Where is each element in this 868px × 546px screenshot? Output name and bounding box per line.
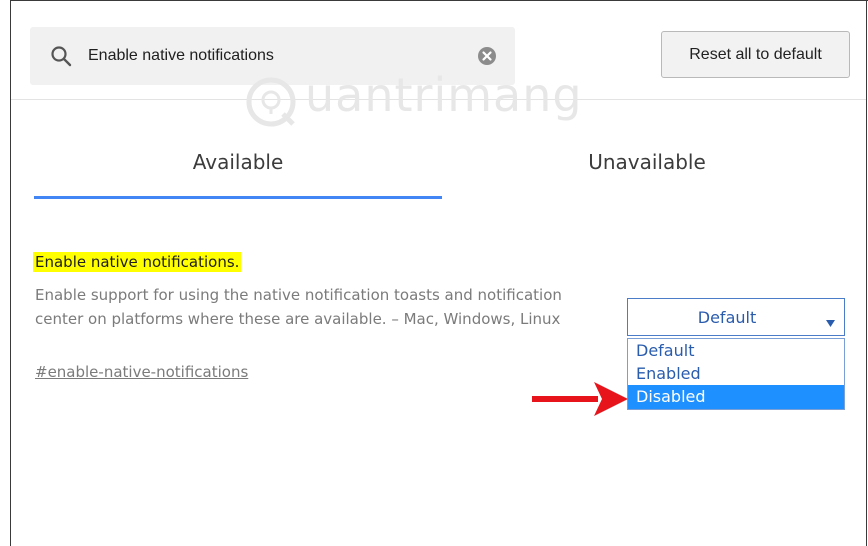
search-icon <box>50 45 72 67</box>
select-option-default[interactable]: Default <box>628 339 844 362</box>
tab-selected-indicator <box>34 196 442 199</box>
clear-icon[interactable] <box>477 46 497 66</box>
frame-border-right <box>866 0 867 546</box>
frame-border-left <box>10 0 11 546</box>
frame-border-top <box>10 0 868 1</box>
select-current-value: Default <box>697 308 757 327</box>
red-arrow-icon <box>530 376 630 422</box>
tab-unavailable-label: Unavailable <box>588 150 706 174</box>
experiment-description: Enable support for using the native noti… <box>35 286 562 328</box>
search-box <box>30 27 515 85</box>
tab-unavailable[interactable]: Unavailable <box>442 140 852 198</box>
experiment-title: Enable native notifications. <box>33 252 242 272</box>
reset-all-button[interactable]: Reset all to default <box>661 31 850 78</box>
select-option-enabled[interactable]: Enabled <box>628 362 844 385</box>
experiment-link[interactable]: #enable-native-notifications <box>35 363 248 381</box>
experiment-select[interactable]: Default <box>627 298 845 336</box>
tab-available-label: Available <box>192 150 284 174</box>
header-divider <box>11 99 866 100</box>
dropdown-caret-icon <box>826 314 835 327</box>
tab-available[interactable]: Available <box>34 140 442 198</box>
select-dropdown-list: Default Enabled Disabled <box>627 338 845 410</box>
search-input[interactable] <box>88 41 458 71</box>
select-option-disabled[interactable]: Disabled <box>628 385 844 409</box>
